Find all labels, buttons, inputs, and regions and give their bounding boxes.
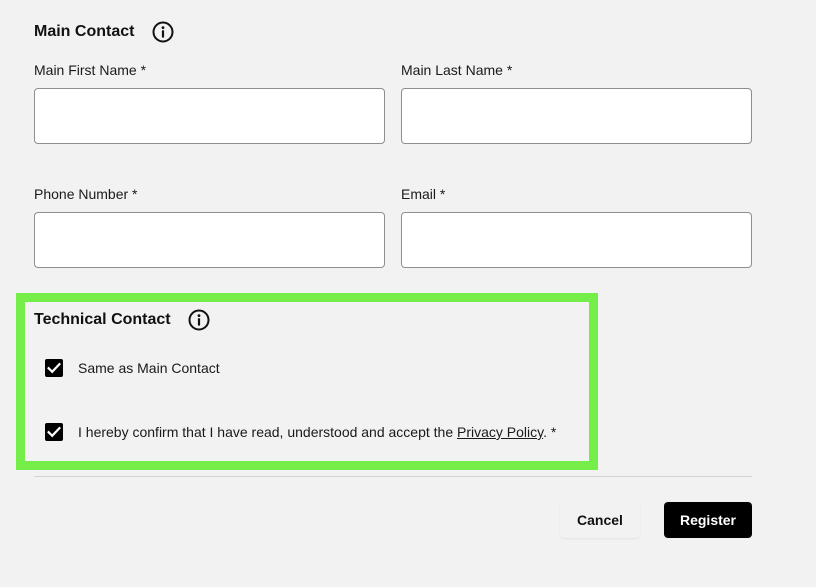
- technical-contact-title: Technical Contact: [34, 311, 171, 328]
- cancel-button[interactable]: Cancel: [560, 502, 640, 538]
- phone-number-label: Phone Number *: [34, 186, 138, 202]
- phone-number-input[interactable]: [34, 212, 385, 268]
- privacy-policy-label: I hereby confirm that I have read, under…: [78, 423, 556, 441]
- email-input[interactable]: [401, 212, 752, 268]
- privacy-label-text: I hereby confirm that I have read, under…: [78, 424, 458, 440]
- checkmark-icon: [47, 426, 61, 438]
- info-icon[interactable]: [188, 309, 210, 331]
- register-button[interactable]: Register: [664, 502, 752, 538]
- privacy-label-suffix: . *: [543, 424, 557, 440]
- first-name-label: Main First Name *: [34, 62, 147, 78]
- privacy-policy-checkbox[interactable]: [45, 423, 63, 441]
- privacy-policy-link[interactable]: Privacy Policy: [457, 424, 543, 440]
- main-contact-title: Main Contact: [34, 23, 135, 40]
- last-name-input[interactable]: [401, 88, 752, 144]
- last-name-label: Main Last Name *: [401, 62, 513, 78]
- info-icon[interactable]: [152, 21, 174, 43]
- divider: [34, 476, 752, 477]
- checkmark-icon: [47, 362, 61, 374]
- first-name-input[interactable]: [34, 88, 385, 144]
- same-as-main-label: Same as Main Contact: [78, 360, 220, 376]
- email-label: Email *: [401, 186, 446, 202]
- same-as-main-checkbox[interactable]: [45, 359, 63, 377]
